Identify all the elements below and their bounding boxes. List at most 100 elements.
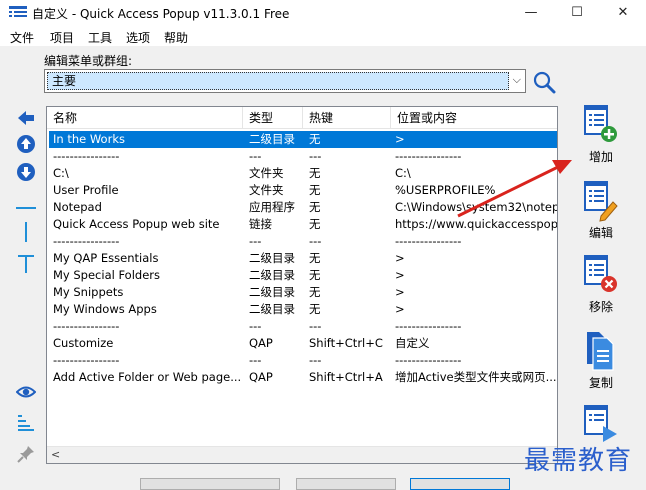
add-item-icon <box>584 105 617 142</box>
table-cell: --- <box>309 149 322 163</box>
column-header-name[interactable]: 名称 <box>47 107 243 129</box>
table-cell: 无 <box>309 132 321 146</box>
table-cell: > <box>395 285 405 299</box>
add-button-label: 增加 <box>588 150 613 164</box>
table-row[interactable]: ---------------- --- --- ---------------- <box>49 318 557 335</box>
table-cell: > <box>395 268 405 282</box>
copy-button[interactable]: 复制 <box>566 330 636 400</box>
bottom-button-2[interactable] <box>296 478 396 490</box>
menu-select[interactable]: 主要 ⌵ <box>44 69 526 93</box>
table-cell: 无 <box>309 183 321 197</box>
sort-icon[interactable] <box>16 412 36 432</box>
table-cell: 自定义 <box>395 336 430 350</box>
remove-item-icon <box>584 255 617 292</box>
table-cell: --- <box>309 319 322 333</box>
table-row-selected[interactable]: In the Works 二级目录无 > <box>49 131 557 148</box>
remove-button[interactable]: 移除 <box>566 254 636 324</box>
column-header-type[interactable]: 类型 <box>243 107 303 129</box>
search-icon[interactable] <box>532 70 556 94</box>
watermark-text: 最需教育 <box>524 446 633 476</box>
menu-items-list[interactable]: 名称 类型 热键 位置或内容 In the Works 二级目录无 > -------… <box>46 106 558 464</box>
close-button[interactable]: ✕ <box>600 0 646 26</box>
table-cell: Add Active Folder or Web page... <box>53 370 242 384</box>
table-cell: --- <box>249 234 262 248</box>
table-cell: %USERPROFILE% <box>395 183 496 197</box>
text-separator-icon[interactable] <box>16 254 36 274</box>
table-cell: 二级目录 <box>249 285 295 299</box>
table-cell: 无 <box>309 268 321 282</box>
table-cell: QAP <box>249 370 273 384</box>
table-cell: 无 <box>309 166 321 180</box>
menu-file[interactable]: 文件 <box>10 29 34 46</box>
table-cell: Notepad <box>53 200 102 214</box>
move-up-icon[interactable] <box>16 134 36 154</box>
table-cell: 二级目录 <box>249 302 295 316</box>
list-header: 名称 类型 热键 位置或内容 <box>47 107 557 129</box>
edit-menu-label: 编辑菜单或群组: <box>44 54 133 68</box>
table-cell: 应用程序 <box>249 200 295 214</box>
table-cell: My Special Folders <box>53 268 161 282</box>
table-row[interactable]: ---------------- --- --- ---------------- <box>49 233 557 250</box>
menu-options[interactable]: 选项 <box>126 29 150 46</box>
separator-icon[interactable] <box>16 198 36 218</box>
bottom-button-3[interactable] <box>410 478 510 490</box>
table-row[interactable]: My Snippets 二级目录无 > <box>49 284 557 301</box>
table-cell: ---------------- <box>395 149 462 163</box>
menu-help[interactable]: 帮助 <box>164 29 188 46</box>
table-row[interactable]: ---------------- --- --- ---------------- <box>49 352 557 369</box>
table-row[interactable]: Quick Access Popup web site 链接 无 https://ww… <box>49 216 557 233</box>
maximize-button[interactable]: ☐ <box>554 0 600 26</box>
table-cell: 二级目录 <box>249 132 295 146</box>
edit-button[interactable]: 编辑 <box>566 180 636 250</box>
table-cell: > <box>395 302 405 316</box>
table-cell: ---------------- <box>53 234 120 248</box>
table-cell: ---------------- <box>395 319 462 333</box>
column-break-icon[interactable] <box>16 222 36 242</box>
table-cell: 无 <box>309 251 321 265</box>
table-row[interactable]: My Windows Apps 二级目录无 > <box>49 301 557 318</box>
app-icon <box>9 6 27 17</box>
arrow-left-icon[interactable] <box>16 108 36 128</box>
scroll-left-icon[interactable]: < <box>51 448 60 461</box>
table-cell: 无 <box>309 200 321 214</box>
copy-icon <box>587 332 614 371</box>
move-down-icon[interactable] <box>16 162 36 182</box>
table-row[interactable]: Add Active Folder or Web page... QAP Shift… <box>49 369 557 386</box>
column-header-hotkey[interactable]: 热键 <box>303 107 391 129</box>
table-cell: --- <box>309 353 322 367</box>
table-cell: --- <box>249 319 262 333</box>
table-cell: My Snippets <box>53 285 124 299</box>
table-row[interactable]: User Profile 文件夹 无 %USERPROFILE% <box>49 182 557 199</box>
eye-icon[interactable] <box>16 382 36 402</box>
table-cell: In the Works <box>53 132 125 146</box>
table-row[interactable]: My QAP Essentials 二级目录无 > <box>49 250 557 267</box>
minimize-button[interactable]: — <box>508 0 554 26</box>
table-row[interactable]: My Special Folders 二级目录无 > <box>49 267 557 284</box>
table-cell: User Profile <box>53 183 119 197</box>
pin-icon[interactable] <box>16 444 36 464</box>
table-cell: --- <box>249 149 262 163</box>
add-button[interactable]: 增加 <box>566 104 636 174</box>
menu-select-value: 主要 <box>47 72 509 90</box>
menu-bar: 文件 项目 工具 选项 帮助 <box>0 26 646 46</box>
table-cell: ---------------- <box>53 353 120 367</box>
right-toolbar: 增加 编辑 移除 复制 <box>566 104 636 484</box>
menu-item[interactable]: 项目 <box>50 29 74 46</box>
table-row[interactable]: C:\ 文件夹 无 C:\ <box>49 165 557 182</box>
table-cell: 链接 <box>249 217 272 231</box>
left-toolbar <box>10 104 42 474</box>
table-cell: 二级目录 <box>249 268 295 282</box>
edit-item-icon <box>584 181 618 222</box>
table-cell: Customize <box>53 336 114 350</box>
table-row[interactable]: ---------------- --- --- ---------------- <box>49 148 557 165</box>
table-cell: https://www.quickaccesspopup <box>395 217 557 231</box>
table-row[interactable]: Customize QAP Shift+Ctrl+C 自定义 <box>49 335 557 352</box>
bottom-button-1[interactable] <box>140 478 280 490</box>
horizontal-scrollbar[interactable]: < <box>47 446 557 463</box>
table-cell: Shift+Ctrl+A <box>309 370 383 384</box>
table-cell: 二级目录 <box>249 251 295 265</box>
table-cell: 文件夹 <box>249 166 284 180</box>
column-header-location[interactable]: 位置或内容 <box>391 107 557 129</box>
menu-tools[interactable]: 工具 <box>88 29 112 46</box>
table-row[interactable]: Notepad 应用程序无 C:\Windows\system32\notepad <box>49 199 557 216</box>
